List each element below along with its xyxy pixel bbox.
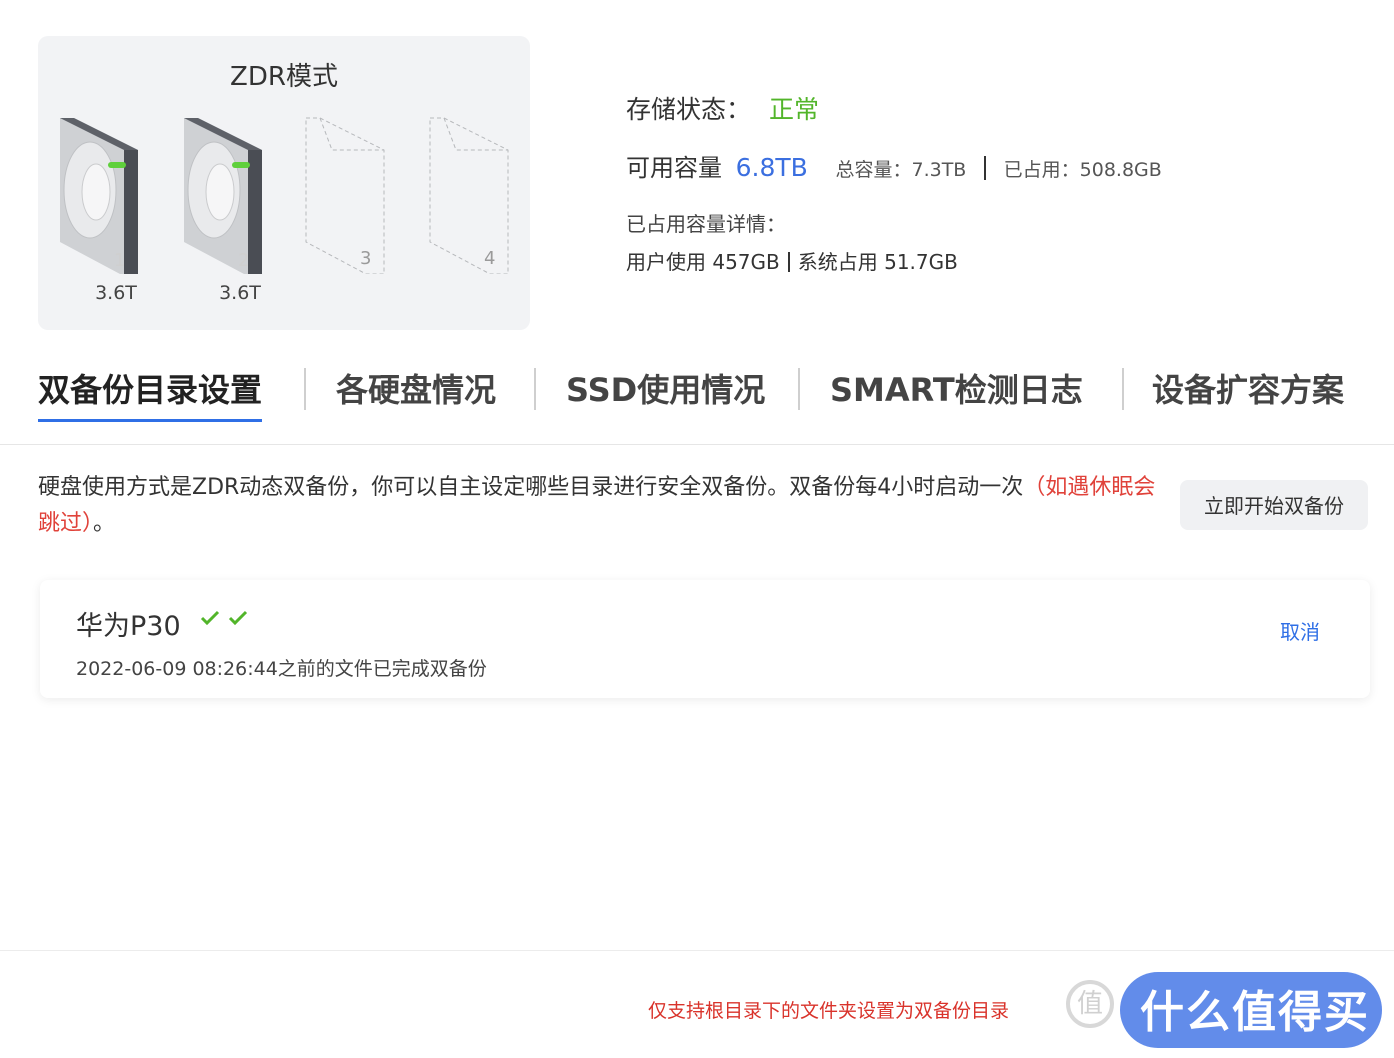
divider [983,156,986,180]
tab-disk-status[interactable]: 各硬盘情况 [336,368,496,412]
watermark-logo-icon: 值 [1066,980,1114,1028]
svg-text:1: 1 [114,250,125,271]
status-value: 正常 [769,95,820,124]
tab-divider [304,368,306,410]
hard-drive-icon: 1 [60,118,138,274]
available-value: 6.8TB [735,153,808,182]
description-end: 。 [93,511,116,536]
mode-title: ZDR模式 [230,62,338,92]
disk-bay-1[interactable]: 1 [56,114,146,274]
backup-item-status: 2022-06-09 08:26:44之前的文件已完成双备份 [76,658,487,680]
footer-divider [0,950,1394,951]
svg-text:2: 2 [238,250,249,271]
status-label: 存储状态： [626,95,752,124]
disk-panel: ZDR模式 1 3.6T 2 3.6T 3 4 [38,36,530,330]
disk-bay-2[interactable]: 2 [180,114,270,274]
empty-bay-icon: 4 [429,117,509,274]
usage-detail: 用户使用 457GB 系统占用 51.7GB [626,246,958,275]
tab-divider [798,368,800,410]
disk-bay-3[interactable]: 3 [302,114,392,274]
tab-expansion-plan[interactable]: 设备扩容方案 [1152,368,1344,412]
watermark-text: 什么值得买 [1140,987,1370,1038]
tab-ssd-usage[interactable]: SSD使用情况 [566,368,765,412]
tab-divider [1122,368,1124,410]
tab-divider [534,368,536,410]
backup-description: 硬盘使用方式是ZDR动态双备份，你可以自主设定哪些目录进行安全双备份。双备份每4… [38,470,1158,542]
tab-bar: 双备份目录设置 各硬盘情况 SSD使用情况 SMART检测日志 设备扩容方案 [0,360,1394,445]
hard-drive-icon: 2 [184,118,262,274]
total-value: 7.3TB [911,159,967,181]
disk-size-2: 3.6T [219,282,261,304]
svg-text:3: 3 [360,248,371,269]
storage-status: 存储状态： 正常 [626,90,819,126]
start-backup-button[interactable]: 立即开始双备份 [1180,480,1368,530]
tab-dual-backup-settings[interactable]: 双备份目录设置 [38,368,263,422]
check-icon [228,610,248,626]
backup-item-card: 华为P30 2022-06-09 08:26:44之前的文件已完成双备份 取消 [40,580,1370,698]
divider [787,252,790,272]
cancel-link[interactable]: 取消 [1280,616,1320,645]
system-usage: 系统占用 51.7GB [797,250,958,274]
capacity-line: 可用容量 6.8TB 总容量：7.3TB 已占用：508.8GB [626,148,1162,183]
disk-bay-4[interactable]: 4 [426,114,516,274]
available-label: 可用容量 [626,154,722,182]
used-label: 已占用： [1003,159,1080,181]
footer-note: 仅支持根目录下的文件夹设置为双备份目录 [648,1000,1010,1022]
disk-size-1: 3.6T [95,282,137,304]
user-usage: 用户使用 457GB [626,250,780,274]
description-text: 硬盘使用方式是ZDR动态双备份，你可以自主设定哪些目录进行安全双备份。双备份每4… [38,475,1024,500]
usage-detail-title: 已占用容量详情： [626,212,786,236]
empty-bay-icon: 3 [305,117,385,274]
total-label: 总容量： [835,159,912,181]
used-value: 508.8GB [1079,159,1162,181]
svg-text:4: 4 [484,248,495,269]
check-icon [200,610,220,626]
backup-item-name: 华为P30 [76,611,181,642]
tab-smart-log[interactable]: SMART检测日志 [830,368,1083,412]
